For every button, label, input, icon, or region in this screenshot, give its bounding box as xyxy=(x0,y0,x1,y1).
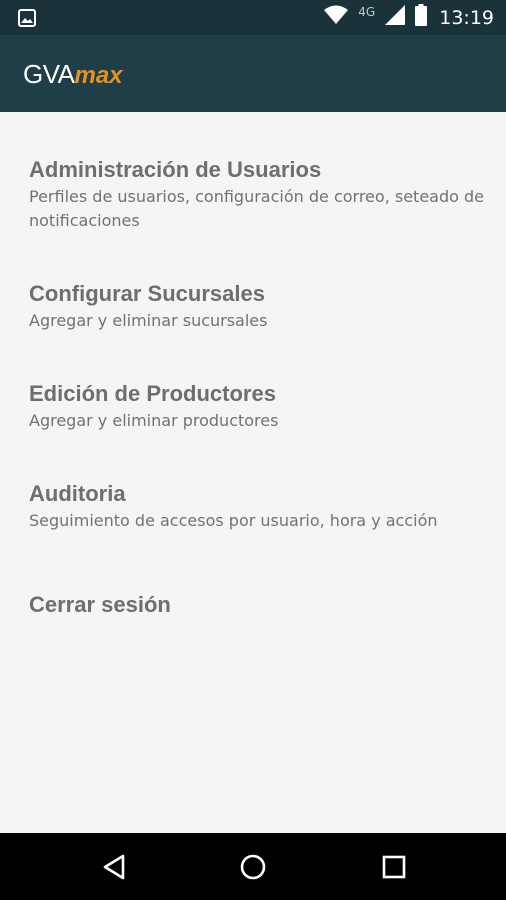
settings-menu: Administración de Usuarios Perfiles de u… xyxy=(0,112,506,833)
menu-item-edicion-productores[interactable]: Edición de Productores Agregar y elimina… xyxy=(29,381,489,433)
recents-icon xyxy=(382,855,406,879)
status-bar: 4G 13:19 xyxy=(0,0,506,35)
logo-secondary-text: max xyxy=(74,62,123,89)
back-icon xyxy=(103,854,125,880)
battery-icon xyxy=(415,4,428,31)
menu-item-title: Administración de Usuarios xyxy=(29,157,322,182)
menu-item-description: Seguimiento de accesos por usuario, hora… xyxy=(29,511,438,530)
wifi-icon xyxy=(324,5,349,30)
menu-item-admin-usuarios[interactable]: Administración de Usuarios Perfiles de u… xyxy=(29,157,489,233)
menu-item-description: Agregar y eliminar productores xyxy=(29,411,279,430)
home-button[interactable] xyxy=(237,851,269,883)
app-bar: GVAmax xyxy=(0,35,506,112)
back-button[interactable] xyxy=(98,851,130,883)
menu-item-description: Perfiles de usuarios, configuración de c… xyxy=(29,187,484,230)
logo-primary-text: GVA xyxy=(23,59,75,89)
menu-item-title: Auditoria xyxy=(29,481,126,506)
menu-item-auditoria[interactable]: Auditoria Seguimiento de accesos por usu… xyxy=(29,481,489,533)
status-time: 13:19 xyxy=(439,6,494,29)
menu-item-title: Configurar Sucursales xyxy=(29,281,265,306)
menu-item-title: Edición de Productores xyxy=(29,381,276,406)
network-type-label: 4G xyxy=(358,4,376,19)
app-logo: GVAmax xyxy=(23,60,123,90)
home-icon xyxy=(240,854,266,880)
menu-item-configurar-sucursales[interactable]: Configurar Sucursales Agregar y eliminar… xyxy=(29,281,489,333)
recents-button[interactable] xyxy=(378,851,410,883)
menu-item-title: Cerrar sesión xyxy=(29,592,171,617)
menu-item-cerrar-sesion[interactable]: Cerrar sesión xyxy=(29,592,489,618)
gallery-icon xyxy=(18,9,36,27)
signal-icon xyxy=(385,5,406,30)
navigation-bar xyxy=(0,833,506,900)
menu-item-description: Agregar y eliminar sucursales xyxy=(29,311,268,330)
